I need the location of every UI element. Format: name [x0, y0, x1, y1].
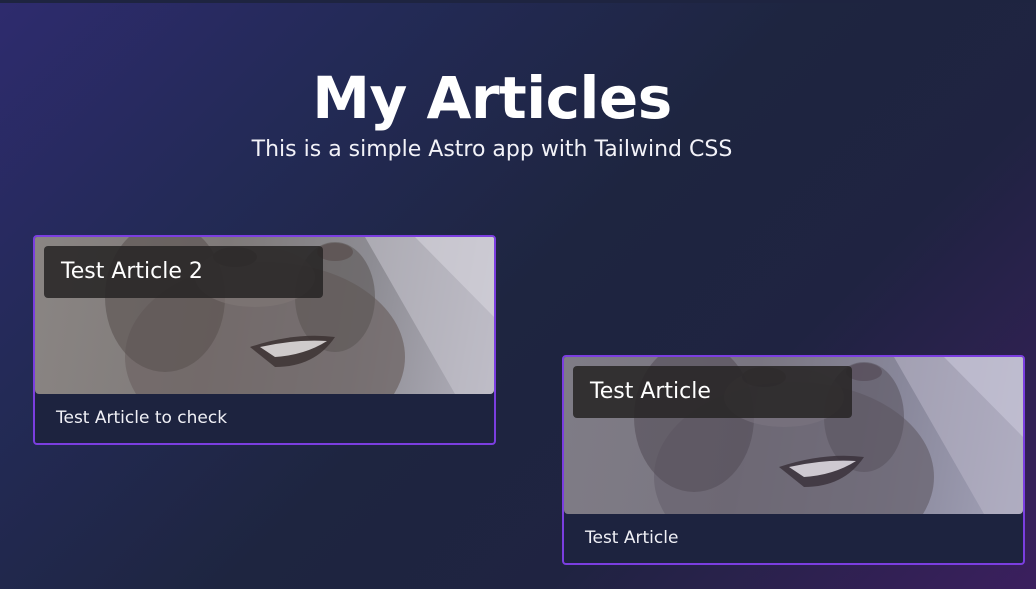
- article-title-box: Test Article 2: [44, 246, 323, 298]
- article-card[interactable]: Test Article 2 Test Article to check: [33, 235, 496, 445]
- top-edge: [0, 0, 1036, 3]
- article-thumbnail: Test Article: [564, 357, 1023, 514]
- page-subtitle: This is a simple Astro app with Tailwind…: [251, 137, 733, 162]
- article-thumbnail: Test Article 2: [35, 237, 494, 394]
- article-title: Test Article: [590, 379, 711, 404]
- page-header: My Articles This is a simple Astro app w…: [0, 62, 1036, 162]
- article-title-box: Test Article: [573, 366, 852, 418]
- page-title: My Articles: [312, 64, 672, 132]
- article-description: Test Article to check: [56, 408, 228, 428]
- article-description: Test Article: [585, 528, 679, 548]
- article-title: Test Article 2: [61, 259, 203, 284]
- article-card[interactable]: Test Article Test Article: [562, 355, 1025, 565]
